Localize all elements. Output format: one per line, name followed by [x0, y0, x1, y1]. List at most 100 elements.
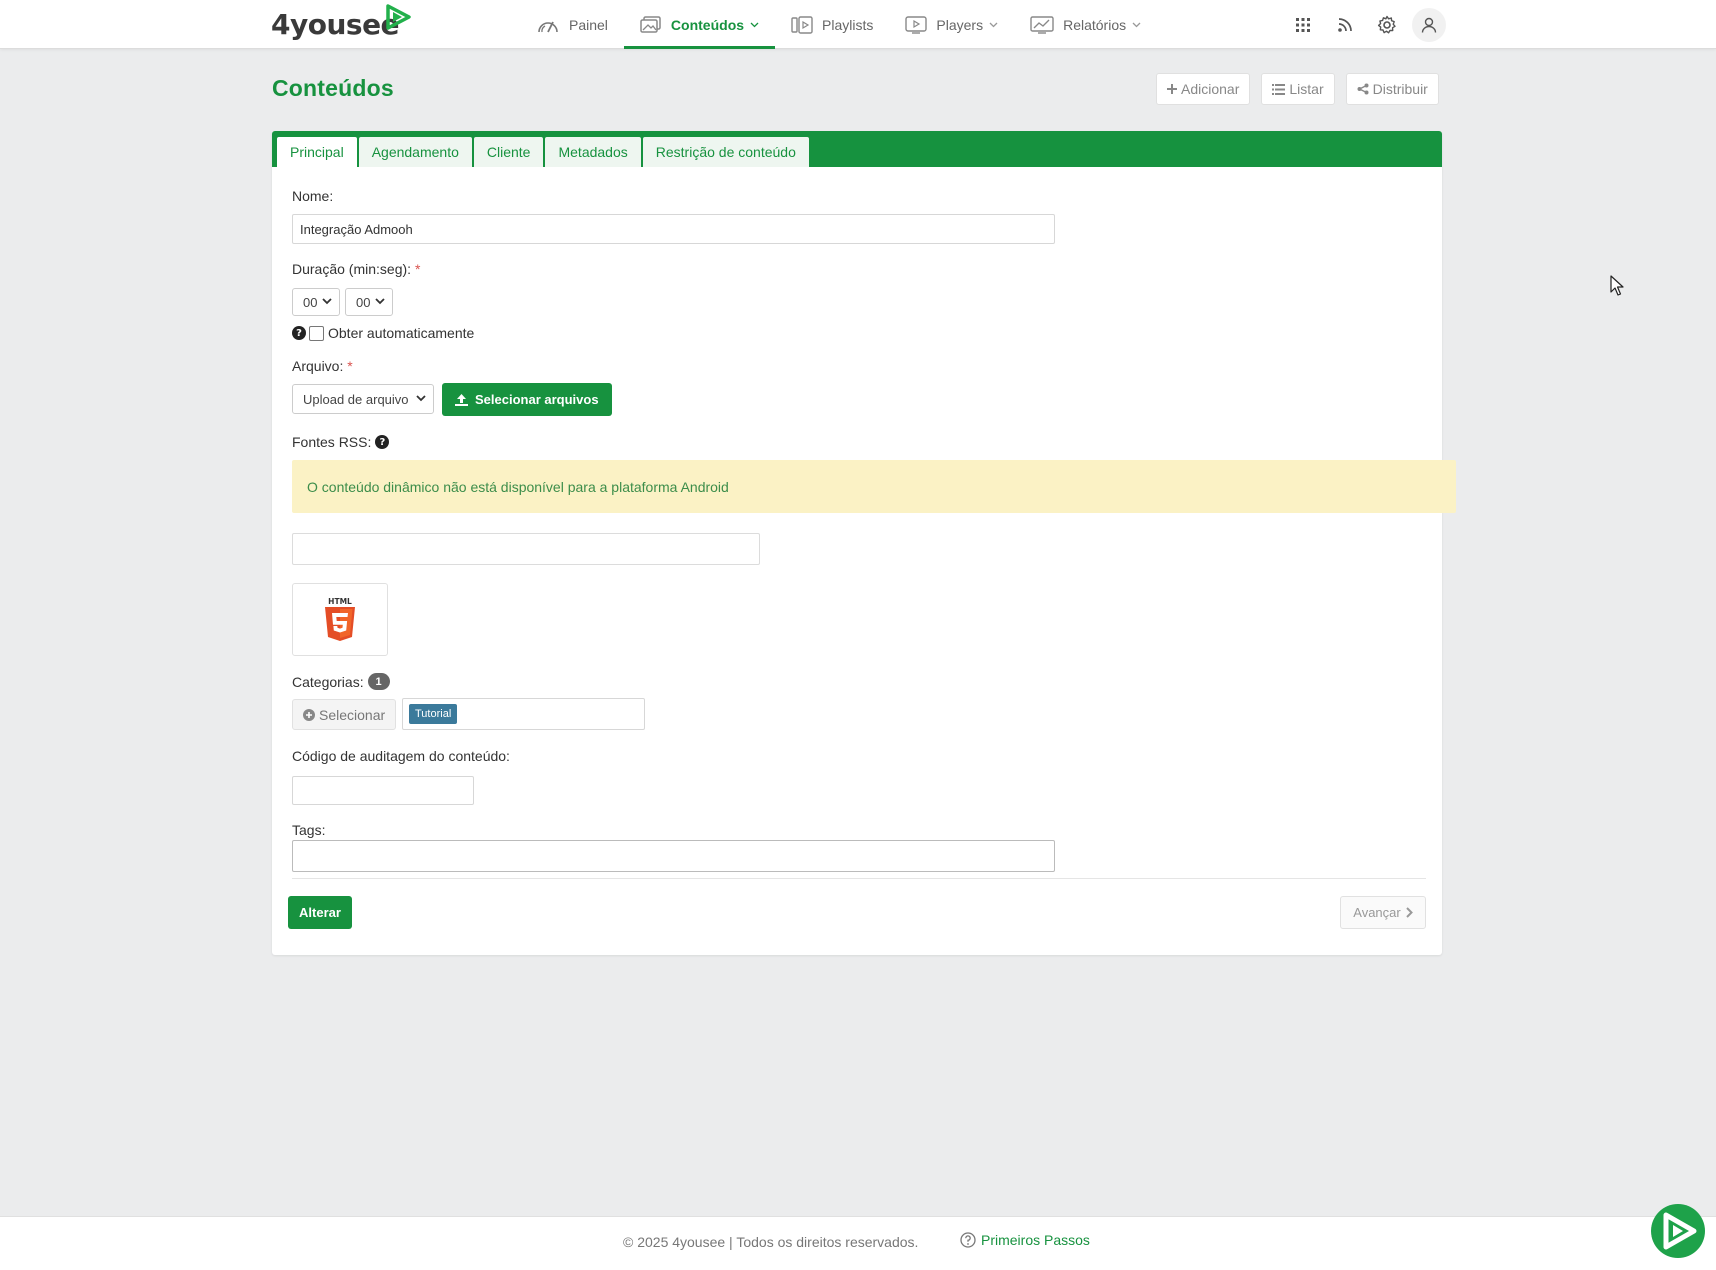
share-icon [1357, 83, 1369, 95]
rss-icon [1338, 17, 1352, 32]
brand-name: 4yousee [271, 8, 400, 41]
nav-label-conteudos: Conteúdos [670, 16, 745, 33]
audit-code-input[interactable] [292, 776, 474, 805]
gauge-icon [538, 21, 558, 32]
list-icon [1272, 83, 1286, 95]
chevron-down-icon [750, 22, 759, 27]
file-label-text: Arquivo: [292, 358, 344, 374]
images-icon [640, 15, 661, 33]
gear-icon [1377, 15, 1396, 33]
page-title: Conteúdos [272, 75, 394, 101]
select-files-button[interactable]: Selecionar arquivos [442, 383, 612, 416]
tab-list: Principal Agendamento Cliente Metadados … [277, 137, 809, 167]
select-categories-button[interactable]: Selecionar [292, 699, 397, 730]
avancar-button[interactable]: Avançar [1340, 896, 1426, 929]
add-button-label: Adicionar [1181, 81, 1240, 97]
categories-label: Categorias: 1 [292, 673, 390, 690]
nav-label-relatorios: Relatórios [1063, 16, 1127, 33]
name-label: Nome: [292, 188, 334, 204]
brand-logo[interactable]: 4yousee [271, 4, 411, 44]
categories-label-text: Categorias: [292, 673, 364, 690]
page-footer: © 2025 4yousee | Todos os direitos reser… [0, 1216, 1716, 1270]
rss-label-text: Fontes RSS: [292, 434, 372, 450]
nav-item-painel[interactable]: Painel [520, 0, 624, 49]
file-source-select[interactable]: Upload de arquivo [292, 384, 434, 414]
auto-duration-label: Obter automaticamente [328, 325, 475, 341]
top-navbar: 4yousee Painel Conteúdos Playlists Playe… [0, 0, 1716, 49]
chevron-right-icon [1406, 907, 1413, 918]
rss-label: Fontes RSS: ? [292, 434, 390, 450]
floating-play-assistant-icon[interactable] [1650, 1203, 1706, 1259]
question-circle-icon [960, 1232, 976, 1248]
play-logo-icon [386, 4, 411, 30]
tab-restricao-conteudo[interactable]: Restrição de conteúdo [642, 137, 809, 167]
nav-item-playlists[interactable]: Playlists [775, 0, 889, 49]
duration-label: Duração (min:seg): * [292, 261, 420, 277]
chevron-down-icon [416, 395, 426, 402]
upload-icon [455, 393, 468, 406]
distribute-button-label: Distribuir [1372, 81, 1428, 97]
nav-label-playlists: Playlists [822, 16, 874, 33]
page-actions: Adicionar Listar Distribuir [1156, 73, 1439, 105]
player-screen-icon [905, 15, 928, 34]
distribute-button[interactable]: Distribuir [1345, 73, 1439, 105]
help-icon[interactable]: ? [292, 326, 306, 340]
main-nav: Painel Conteúdos Playlists Players Relat… [520, 0, 1157, 49]
duration-seconds-select[interactable]: 00 [345, 288, 393, 316]
tags-input[interactable] [292, 840, 1055, 872]
nav-item-conteudos[interactable]: Conteúdos [623, 0, 776, 49]
select-files-label: Selecionar arquivos [475, 392, 599, 407]
chevron-down-icon [322, 298, 332, 305]
tab-cliente[interactable]: Cliente [473, 137, 544, 167]
list-button-label: Listar [1289, 81, 1324, 97]
file-source-value: Upload de arquivo [303, 391, 409, 407]
list-button[interactable]: Listar [1261, 73, 1335, 105]
user-icon [1421, 17, 1437, 33]
duration-seconds-value: 00 [356, 294, 371, 310]
tab-agendamento[interactable]: Agendamento [358, 137, 472, 167]
html5-caption: HTML [328, 597, 352, 606]
plus-icon [1167, 84, 1177, 94]
avancar-label: Avançar [1353, 905, 1401, 920]
plus-circle-icon [303, 708, 315, 721]
help-icon[interactable]: ? [375, 435, 390, 449]
tab-principal[interactable]: Principal [277, 137, 357, 167]
add-button[interactable]: Adicionar [1156, 73, 1251, 105]
nav-item-relatorios[interactable]: Relatórios [1014, 0, 1157, 49]
nav-item-players[interactable]: Players [889, 0, 1014, 49]
rss-button[interactable] [1324, 4, 1366, 46]
select-categories-label: Selecionar [319, 706, 386, 723]
rss-input[interactable] [292, 533, 760, 565]
tab-bar: Principal Agendamento Cliente Metadados … [272, 131, 1442, 167]
mouse-cursor-icon [1610, 275, 1624, 296]
settings-button[interactable] [1366, 4, 1408, 46]
category-tag-chip[interactable]: Tutorial [409, 704, 458, 724]
auto-duration-checkbox[interactable] [309, 325, 324, 341]
tab-metadados[interactable]: Metadados [545, 137, 641, 167]
auto-duration-row: ? Obter automaticamente [292, 325, 474, 341]
getting-started-link[interactable]: Primeiros Passos [960, 1232, 1090, 1248]
name-input[interactable]: Integração Admooh [292, 214, 1055, 244]
report-chart-icon [1030, 15, 1054, 34]
top-icon-group [1282, 0, 1446, 49]
android-warning-text: O conteúdo dinâmico não está disponível … [307, 478, 729, 495]
name-input-value: Integração Admooh [300, 221, 413, 237]
content-form-card: Principal Agendamento Cliente Metadados … [272, 131, 1456, 955]
nav-label-painel: Painel [569, 16, 608, 33]
audit-code-label: Código de auditagem do conteúdo: [292, 748, 510, 764]
chevron-down-icon [989, 22, 998, 27]
alterar-submit-button[interactable]: Alterar [288, 896, 352, 929]
duration-label-text: Duração (min:seg): [292, 261, 412, 277]
user-menu-button[interactable] [1412, 7, 1446, 42]
apps-grid-button[interactable] [1282, 4, 1324, 46]
chevron-down-icon [375, 298, 385, 305]
selected-categories-box[interactable]: Tutorial [402, 698, 645, 730]
duration-minutes-select[interactable]: 00 [292, 288, 340, 316]
android-warning-alert: O conteúdo dinâmico não está disponível … [292, 460, 1456, 513]
tags-label: Tags: [292, 822, 326, 838]
file-preview-thumbnail[interactable]: HTML [292, 583, 388, 656]
html5-icon: HTML [325, 597, 355, 641]
form-divider [292, 878, 1426, 879]
chevron-down-icon [1132, 22, 1141, 27]
file-label: Arquivo: * [292, 358, 353, 374]
